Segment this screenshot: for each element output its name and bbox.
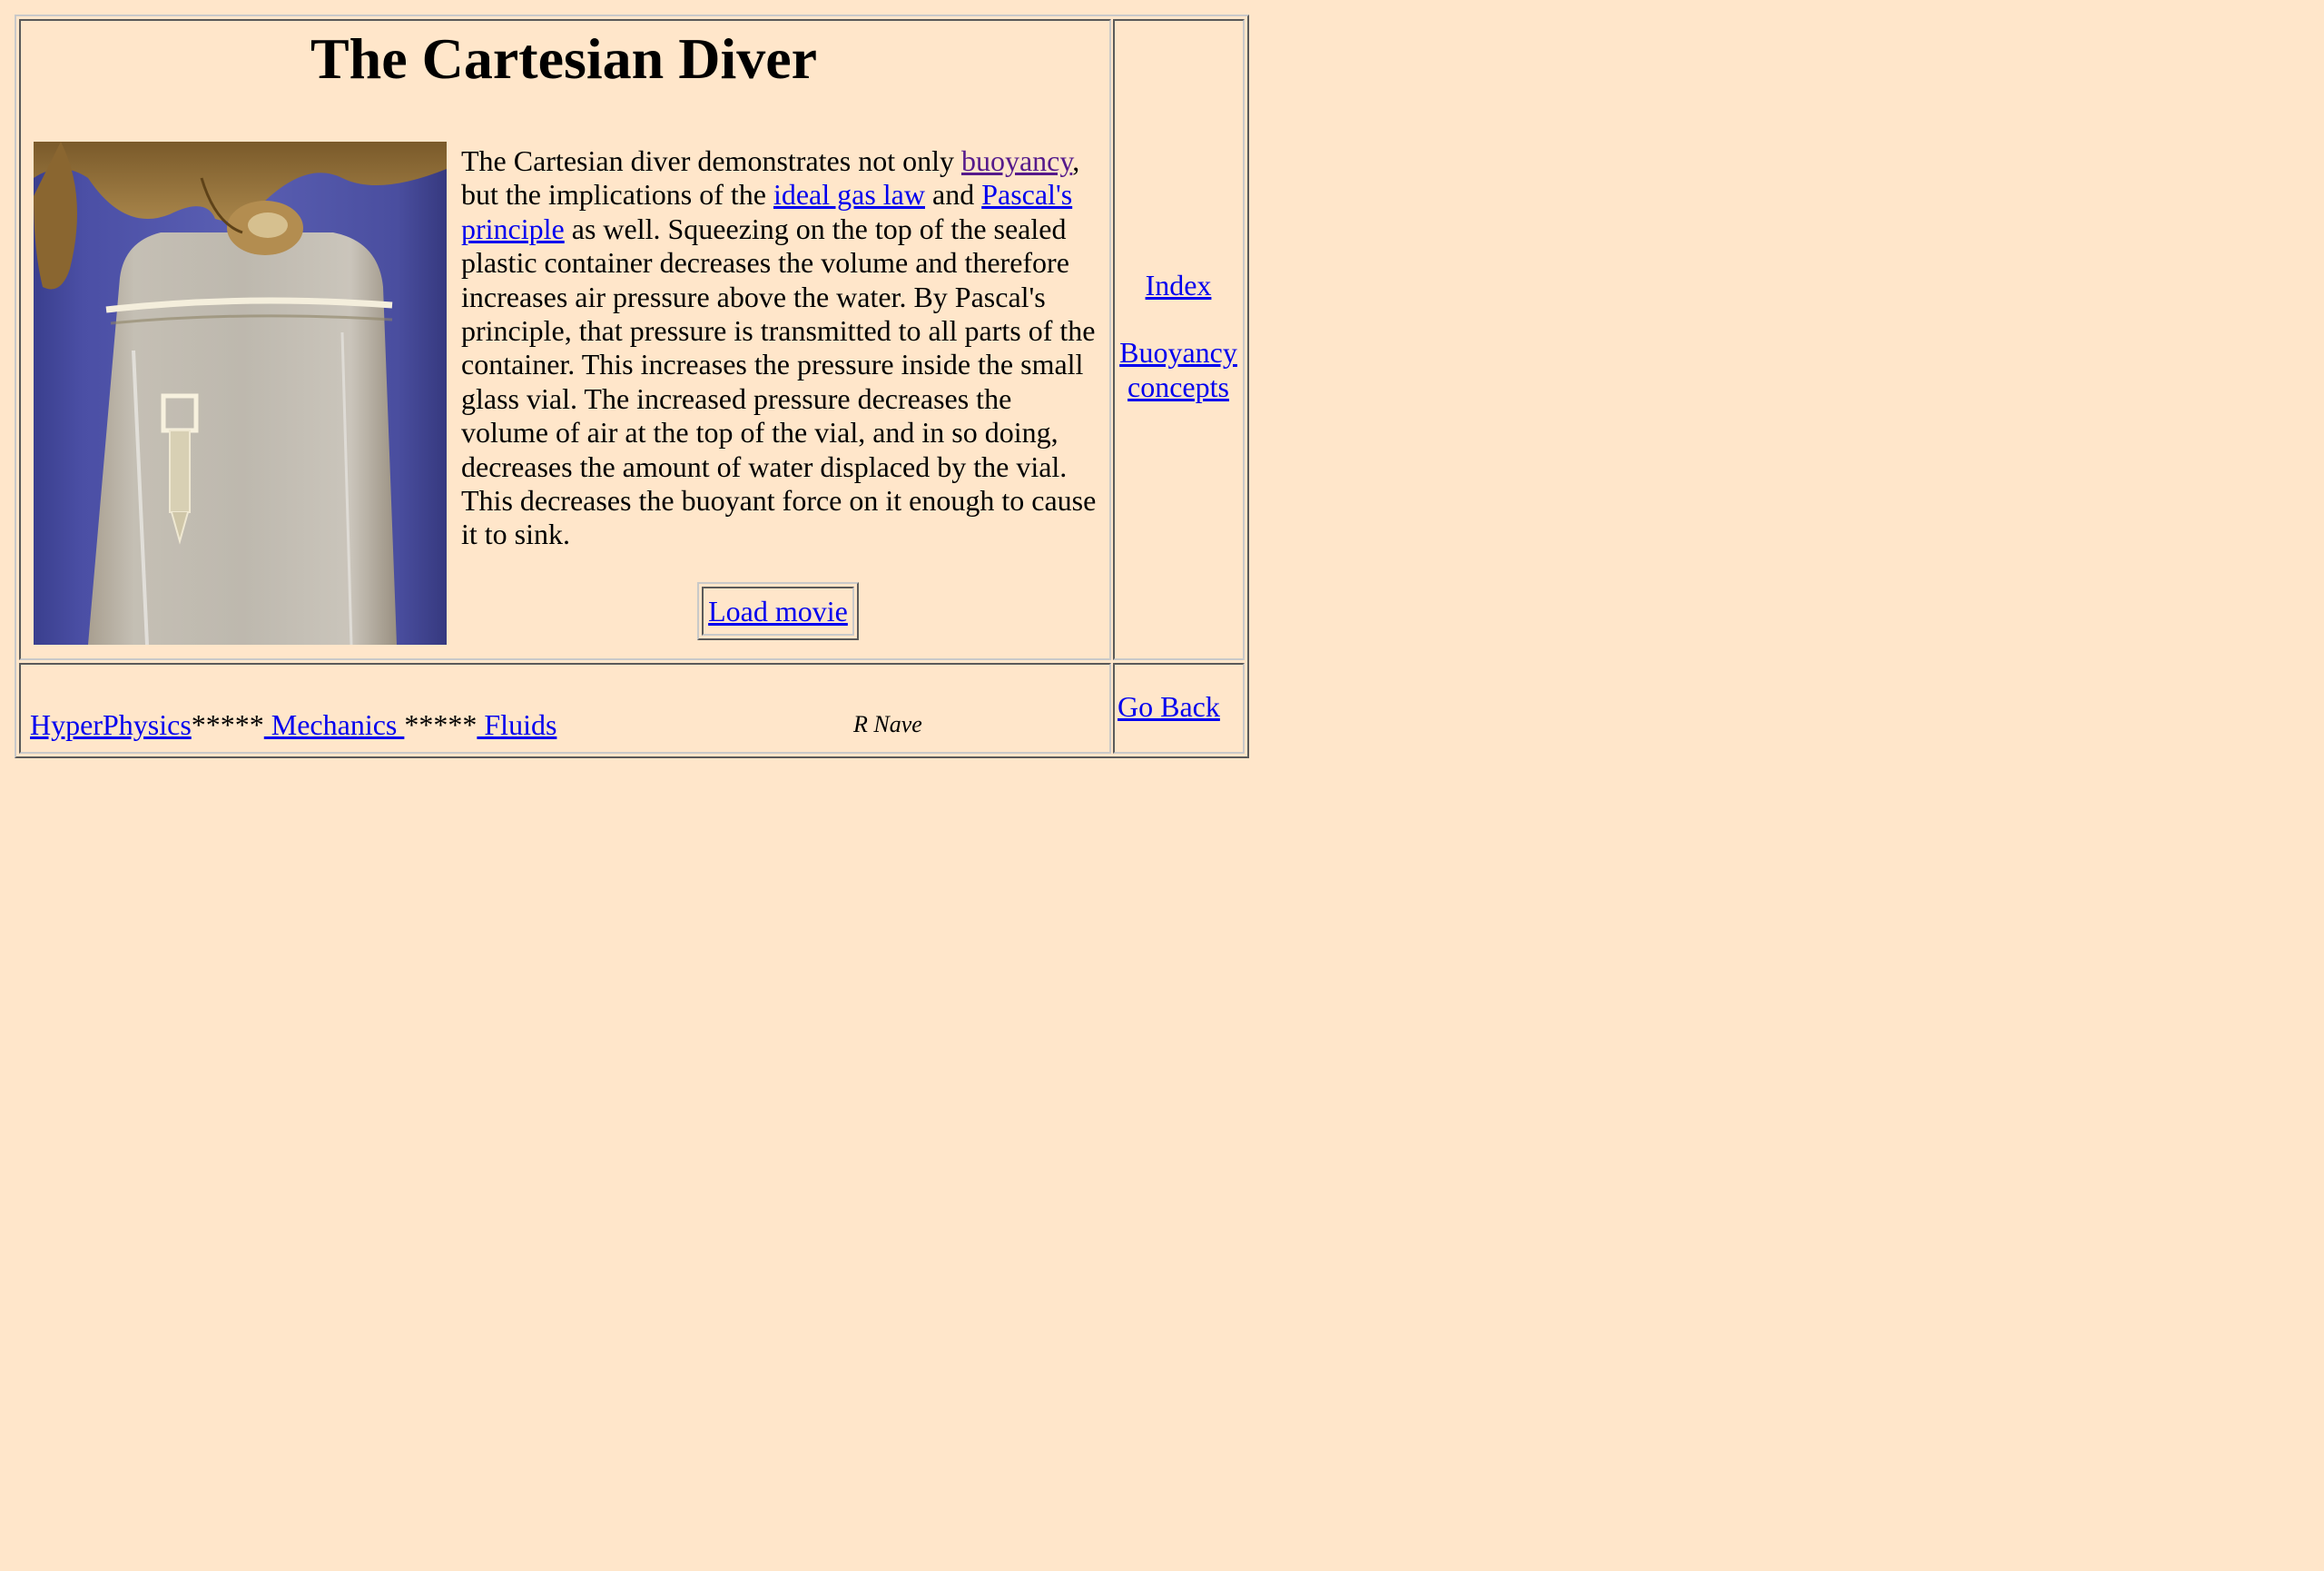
- footer-separator: *****: [191, 708, 264, 741]
- side-nav-item-index: Index: [1115, 269, 1242, 302]
- load-movie-cell: Load movie: [702, 587, 854, 636]
- go-back-link[interactable]: Go Back: [1118, 690, 1220, 723]
- mechanics-link[interactable]: Mechanics: [264, 708, 405, 741]
- hyperphysics-link[interactable]: HyperPhysics: [30, 708, 192, 741]
- side-nav-item-buoyancy: Buoyancy concepts: [1115, 336, 1242, 404]
- fluids-link[interactable]: Fluids: [477, 708, 556, 741]
- side-nav: Index Buoyancy concepts: [1115, 269, 1242, 438]
- body-text-1: The Cartesian diver demonstrates not onl…: [461, 144, 961, 177]
- load-movie-link[interactable]: Load movie: [708, 595, 848, 628]
- buoyancy-concepts-link[interactable]: Buoyancy concepts: [1119, 336, 1237, 402]
- footer-separator: *****: [404, 708, 478, 741]
- footer-nav: HyperPhysics***** Mechanics ***** Fluids: [30, 706, 556, 743]
- author-credit: R Nave: [853, 711, 922, 737]
- description-paragraph: The Cartesian diver demonstrates not onl…: [461, 144, 1097, 552]
- photo-illustration: [34, 142, 447, 645]
- buoyancy-link[interactable]: buoyancy: [961, 144, 1072, 177]
- index-link[interactable]: Index: [1146, 269, 1212, 301]
- go-back-cell-content: Go Back: [1118, 690, 1220, 724]
- load-movie-box: Load movie: [697, 582, 859, 640]
- cartesian-diver-photo: [34, 142, 447, 645]
- ideal-gas-law-link[interactable]: ideal gas law: [773, 178, 925, 211]
- body-text-4: as well. Squeezing on the top of the sea…: [461, 212, 1097, 551]
- page-title: The Cartesian Diver: [310, 26, 818, 91]
- body-text-3: and: [924, 178, 982, 212]
